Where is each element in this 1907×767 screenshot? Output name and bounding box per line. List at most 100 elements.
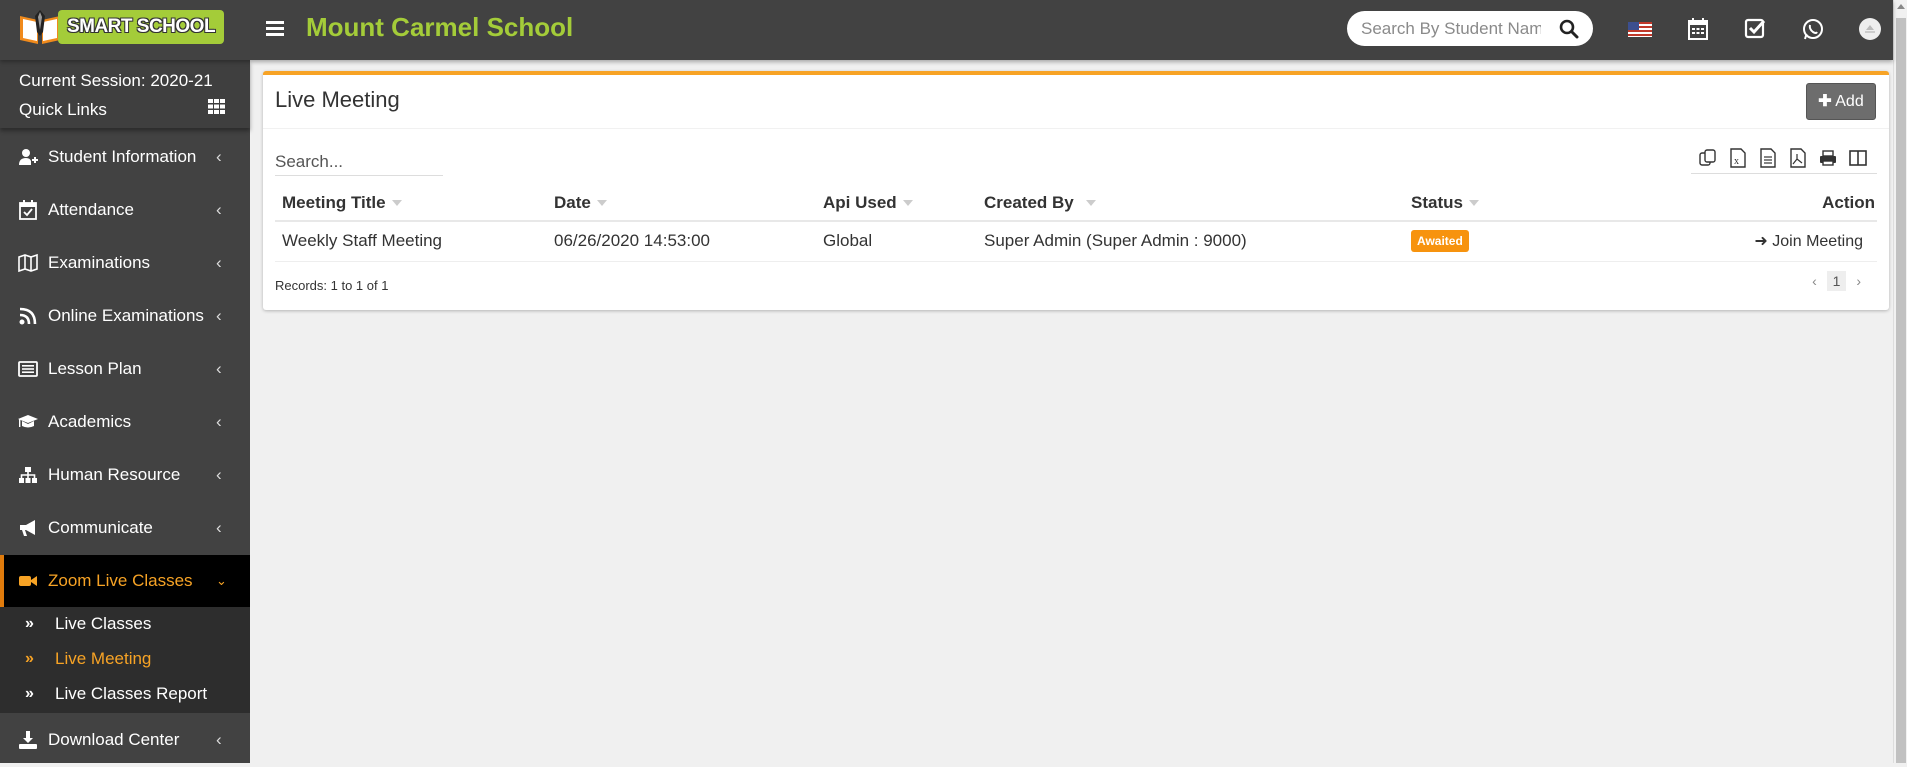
sidebar-item-lesson-plan[interactable]: Lesson Plan ‹	[0, 343, 250, 396]
video-camera-icon	[19, 576, 37, 586]
column-label: Status	[1411, 192, 1463, 212]
submenu-item-live-meeting[interactable]: » Live Meeting	[0, 644, 250, 676]
sidebar-item-human-resource[interactable]: Human Resource ‹	[0, 449, 250, 502]
submenu-item-live-classes[interactable]: » Live Classes	[0, 609, 250, 641]
sidebar-item-student-information[interactable]: Student Information ‹	[0, 131, 250, 184]
sidebar-item-label: Online Examinations	[48, 306, 204, 325]
submenu-item-live-classes-report[interactable]: » Live Classes Report	[0, 679, 250, 711]
sort-icon[interactable]	[391, 200, 402, 207]
excel-icon[interactable]: x	[1729, 148, 1747, 168]
print-icon[interactable]	[1819, 148, 1837, 168]
sidebar-item-label: Download Center	[48, 730, 180, 749]
join-meeting-label: Join Meeting	[1772, 233, 1863, 251]
user-avatar-icon[interactable]	[1858, 17, 1882, 41]
cell-action: ➜ Join Meeting	[1604, 221, 1877, 262]
table-row: Weekly Staff Meeting 06/26/2020 14:53:00…	[275, 221, 1877, 262]
column-header-api-used[interactable]: Api Used	[816, 185, 977, 222]
sidebar-item-zoom-live-classes[interactable]: Zoom Live Classes ⌄	[0, 555, 250, 608]
join-meeting-link[interactable]: ➜ Join Meeting	[1754, 233, 1863, 250]
sort-icon[interactable]	[902, 200, 913, 207]
add-button[interactable]: ✚ Add	[1806, 83, 1876, 120]
sitemap-icon	[19, 467, 37, 483]
sidebar-item-download-center[interactable]: Download Center ‹	[0, 714, 250, 767]
sort-icon[interactable]	[1468, 200, 1479, 207]
session-panel: Current Session: 2020-21 Quick Links	[0, 60, 250, 128]
columns-icon[interactable]	[1849, 148, 1867, 168]
page-scrollbar[interactable]	[1893, 0, 1907, 763]
quick-links[interactable]: Quick Links	[19, 100, 107, 120]
double-chevron-right-icon: »	[25, 685, 34, 702]
sidebar-item-examinations[interactable]: Examinations ‹	[0, 237, 250, 290]
column-header-created-by[interactable]: Created By	[977, 185, 1404, 222]
column-header-meeting-title[interactable]: Meeting Title	[275, 185, 547, 222]
column-label: Action	[1822, 192, 1875, 212]
sidebar-item-label: Attendance	[48, 200, 135, 219]
sidebar-item-communicate[interactable]: Communicate ‹	[0, 502, 250, 555]
sidebar-item-academics[interactable]: Academics ‹	[0, 396, 250, 449]
column-label: Api Used	[823, 192, 897, 212]
sidebar-item-online-examinations[interactable]: Online Examinations ‹	[0, 290, 250, 343]
download-icon	[19, 731, 37, 749]
status-badge: Awaited	[1411, 230, 1469, 253]
logo[interactable]: SMART SCHOOL	[18, 10, 224, 45]
chevron-left-icon: ‹	[216, 412, 222, 431]
menu-toggle-icon[interactable]	[266, 18, 284, 40]
current-session: Current Session: 2020-21	[19, 71, 213, 90]
sidebar-item-attendance[interactable]: Attendance ‹	[0, 184, 250, 237]
book-pen-logo-icon	[20, 10, 60, 44]
csv-icon[interactable]	[1759, 148, 1777, 168]
records-info: Records: 1 to 1 of 1	[275, 278, 389, 293]
student-search-input[interactable]	[1361, 18, 1541, 40]
column-label: Created By	[984, 192, 1074, 212]
sign-in-icon: ➜	[1754, 233, 1768, 251]
divider	[263, 128, 1889, 129]
sort-icon[interactable]	[1085, 200, 1096, 207]
double-chevron-right-icon: »	[25, 650, 34, 667]
sidebar-item-label: Lesson Plan	[48, 359, 142, 378]
page-title: Live Meeting	[275, 87, 400, 112]
cell-created-by: Super Admin (Super Admin : 9000)	[977, 221, 1404, 262]
pagination-page-1[interactable]: 1	[1826, 271, 1847, 291]
plus-icon: ✚	[1818, 93, 1832, 110]
sidebar-item-label: Human Resource	[48, 465, 181, 484]
user-plus-icon	[19, 149, 38, 165]
zoom-submenu: » Live Classes » Live Meeting » Live Cla…	[0, 607, 250, 713]
rss-icon	[19, 307, 37, 325]
sidebar-item-label: Communicate	[48, 518, 153, 537]
pagination-next[interactable]: ›	[1850, 271, 1867, 291]
check-square-icon[interactable]	[1743, 17, 1767, 41]
pdf-icon[interactable]	[1789, 148, 1807, 168]
meetings-table: Meeting Title Date Api Used Created By S…	[275, 185, 1877, 262]
cell-date: 06/26/2020 14:53:00	[547, 221, 816, 262]
column-label: Date	[554, 192, 591, 212]
list-alt-icon	[18, 361, 38, 377]
add-label: Add	[1835, 93, 1864, 110]
chevron-left-icon: ‹	[216, 253, 222, 272]
grid-icon[interactable]	[208, 99, 225, 114]
pagination-prev[interactable]: ‹	[1806, 271, 1823, 291]
svg-text:x: x	[1734, 156, 1739, 167]
cell-status: Awaited	[1404, 221, 1604, 262]
calendar-check-icon	[19, 200, 37, 220]
table-header-row: Meeting Title Date Api Used Created By S…	[275, 185, 1877, 222]
copy-icon[interactable]	[1699, 148, 1717, 168]
column-header-status[interactable]: Status	[1404, 185, 1604, 222]
pagination: ‹ 1 ›	[1806, 271, 1867, 293]
column-header-date[interactable]: Date	[547, 185, 816, 222]
sort-icon[interactable]	[596, 200, 607, 207]
chevron-left-icon: ‹	[216, 147, 222, 166]
logo-text: SMART SCHOOL	[58, 10, 224, 44]
us-flag-icon[interactable]	[1628, 17, 1652, 41]
sidebar-item-label: Student Information	[48, 147, 197, 166]
submenu-item-label: Live Meeting	[55, 649, 152, 668]
search-icon[interactable]	[1559, 19, 1579, 39]
chevron-left-icon: ‹	[216, 518, 222, 537]
submenu-item-label: Live Classes	[55, 614, 152, 633]
calendar-icon[interactable]	[1686, 17, 1710, 41]
bullhorn-icon	[20, 520, 35, 536]
whatsapp-icon[interactable]	[1801, 17, 1825, 41]
scroll-up-arrow-icon[interactable]	[1897, 4, 1905, 9]
cell-meeting-title: Weekly Staff Meeting	[275, 221, 547, 262]
scrollbar-thumb[interactable]	[1896, 18, 1906, 763]
table-search-input[interactable]	[275, 148, 443, 176]
